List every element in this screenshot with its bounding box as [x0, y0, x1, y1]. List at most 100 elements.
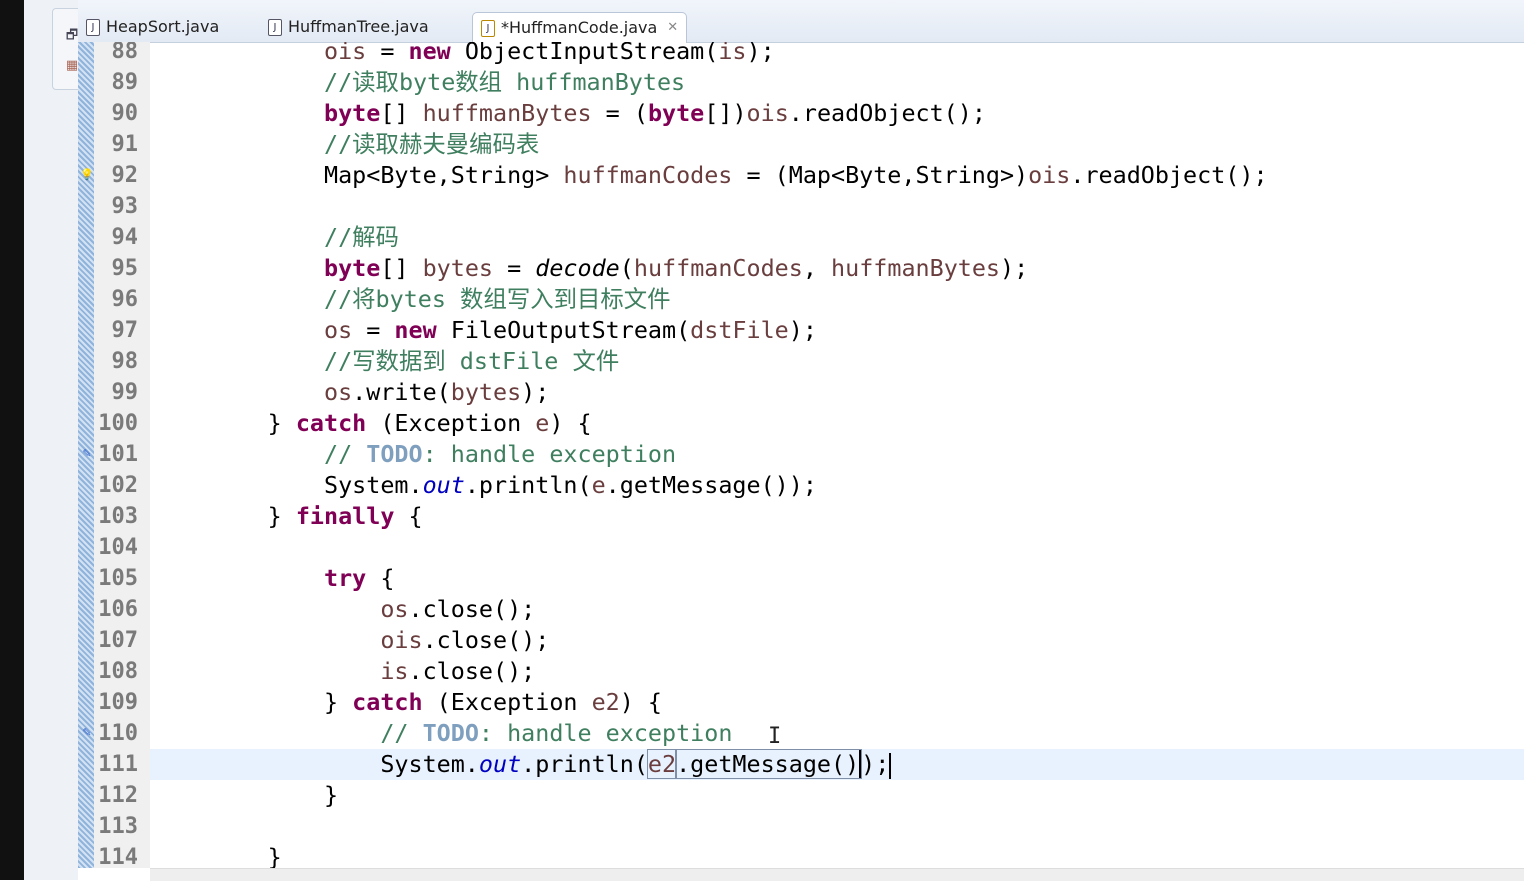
code-line[interactable]: } finally {	[155, 501, 1524, 532]
current-code-line[interactable]: System.out.println(e2.getMessage());	[150, 749, 1524, 780]
close-tab-icon[interactable]: ✕	[667, 13, 678, 43]
code-token: huffmanBytes	[422, 99, 592, 127]
code-token: is	[718, 42, 747, 65]
line-number: 94	[111, 225, 139, 250]
code-token: .readObject();	[1070, 161, 1268, 189]
code-token: .println(	[521, 750, 648, 778]
line-number: 113	[98, 814, 138, 839]
code-token: //	[380, 719, 423, 747]
line-number: 92	[111, 163, 139, 188]
code-token: //	[324, 440, 367, 468]
code-line[interactable]: } catch (Exception e) {	[155, 408, 1524, 439]
code-line[interactable]: try {	[155, 563, 1524, 594]
code-token: .close();	[408, 595, 536, 623]
line-number: 98	[111, 349, 139, 374]
code-line[interactable]: is.close();	[155, 656, 1524, 687]
line-number: 99	[111, 380, 139, 405]
code-token: ois	[324, 42, 367, 65]
code-token: : handle exception	[478, 719, 733, 747]
code-editor[interactable]: ois = new ObjectInputStream(is); //读取byt…	[150, 42, 1524, 868]
line-number: 101	[98, 442, 138, 467]
code-token: os	[324, 316, 353, 344]
code-token: //将bytes 数组写入到目标文件	[324, 285, 671, 313]
horizontal-scrollbar[interactable]	[150, 868, 1524, 881]
code-line[interactable]: }	[155, 842, 1524, 868]
code-line[interactable]: byte[] bytes = decode(huffmanCodes, huff…	[155, 253, 1524, 284]
line-number: 103	[98, 504, 138, 529]
tab-heapsort[interactable]: J HeapSort.java	[86, 12, 219, 42]
code-token: [])	[704, 99, 747, 127]
line-number: 91	[111, 132, 139, 157]
code-line[interactable]: } catch (Exception e2) {	[155, 687, 1524, 718]
code-token: }	[155, 502, 296, 530]
tab-huffmantree[interactable]: J HuffmanTree.java	[268, 12, 429, 42]
code-line[interactable]: Map<Byte,String> huffmanCodes = (Map<Byt…	[155, 160, 1524, 191]
code-token: ois	[746, 99, 789, 127]
code-token: ) {	[549, 409, 592, 437]
code-token: catch	[295, 409, 367, 437]
code-token: FileOutputStream(	[436, 316, 691, 344]
code-token: ois	[380, 626, 423, 654]
code-token: e2	[646, 749, 678, 779]
line-number: 110	[98, 721, 138, 746]
code-token: .write(	[352, 378, 451, 406]
task-marker-icon[interactable]: ✎	[80, 447, 94, 461]
code-line[interactable]: // TODO: handle exception	[155, 439, 1524, 470]
code-line[interactable]: os = new FileOutputStream(dstFile);	[155, 315, 1524, 346]
code-line[interactable]	[155, 191, 1524, 222]
code-line[interactable]: // TODO: handle exception	[155, 718, 1524, 749]
code-token: bytes	[450, 378, 522, 406]
code-line[interactable]: System.out.println(e.getMessage());	[155, 470, 1524, 501]
hierarchy-icon[interactable]: ▦	[65, 59, 79, 73]
code-line[interactable]: //解码	[155, 222, 1524, 253]
warning-lightbulb-icon[interactable]: 💡	[80, 168, 94, 182]
java-file-icon: J	[268, 18, 282, 36]
line-number: 96	[111, 287, 139, 312]
tab-label: *HuffmanCode.java	[501, 18, 658, 37]
java-file-icon: J	[86, 18, 100, 36]
code-token: decode	[535, 254, 620, 282]
code-token: out	[422, 471, 465, 499]
code-line[interactable]: byte[] huffmanBytes = (byte[])ois.readOb…	[155, 98, 1524, 129]
code-token: ) {	[619, 688, 662, 716]
side-trim-panel: 🗗 ▦	[24, 0, 94, 880]
code-line[interactable]: //读取赫夫曼编码表	[155, 129, 1524, 160]
code-line[interactable]: //将bytes 数组写入到目标文件	[155, 284, 1524, 315]
code-token: System.	[155, 471, 423, 499]
tab-huffmancode[interactable]: J *HuffmanCode.java ✕	[472, 12, 688, 43]
code-token: ,	[802, 254, 832, 282]
code-token: .close();	[408, 657, 536, 685]
restore-icon[interactable]: 🗗	[65, 29, 79, 43]
task-marker-icon[interactable]: ✎	[80, 726, 94, 740]
tab-label: HuffmanTree.java	[288, 17, 429, 36]
code-token: e	[535, 409, 550, 437]
code-token: os	[380, 595, 409, 623]
code-line[interactable]	[155, 532, 1524, 563]
window-edge	[0, 0, 24, 880]
code-token: //解码	[324, 223, 399, 251]
code-line[interactable]: //读取byte数组 huffmanBytes	[155, 67, 1524, 98]
code-line[interactable]: os.close();	[155, 594, 1524, 625]
code-token: ObjectInputStream(	[450, 42, 719, 65]
code-line[interactable]: os.write(bytes);	[155, 377, 1524, 408]
code-token: =	[352, 316, 395, 344]
code-token: = (	[591, 99, 648, 127]
code-line[interactable]: }	[155, 780, 1524, 811]
code-token: byte	[647, 99, 705, 127]
code-line[interactable]: ois = new ObjectInputStream(is);	[155, 42, 1524, 67]
code-token: huffmanCodes	[633, 254, 803, 282]
code-line[interactable]	[155, 811, 1524, 842]
code-token: //写数据到 dstFile 文件	[324, 347, 620, 375]
code-line[interactable]: ois.close();	[155, 625, 1524, 656]
code-token: }	[155, 409, 296, 437]
code-token: );	[746, 42, 775, 65]
code-line[interactable]: //写数据到 dstFile 文件	[155, 346, 1524, 377]
code-token: );	[788, 316, 817, 344]
